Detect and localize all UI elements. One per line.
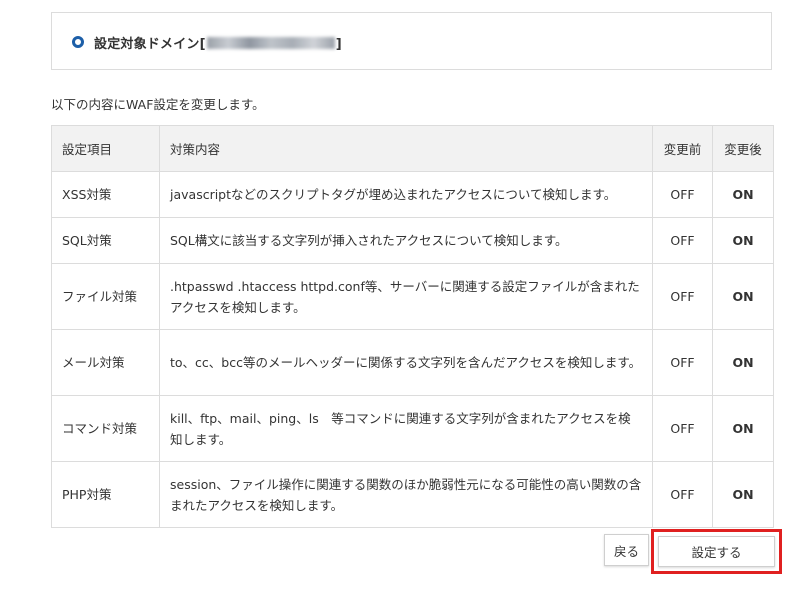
- domain-value-blurred: ■■■■■■■■■■■■■■: [206, 37, 335, 49]
- row-before: OFF: [652, 329, 713, 396]
- target-domain-panel: 設定対象ドメイン[■■■■■■■■■■■■■■]: [51, 12, 772, 70]
- radio-selected-icon: [72, 36, 84, 48]
- row-description: .htpasswd .htaccess httpd.conf等、サーバーに関連す…: [159, 263, 653, 330]
- row-item: メール対策: [51, 329, 160, 396]
- row-before: OFF: [652, 461, 713, 528]
- table-row: コマンド対策 kill、ftp、mail、ping、ls 等コマンドに関連する文…: [51, 395, 774, 462]
- row-description: javascriptなどのスクリプトタグが埋め込まれたアクセスについて検知します…: [159, 171, 653, 218]
- row-before: OFF: [652, 263, 713, 330]
- submit-button[interactable]: 設定する: [658, 536, 775, 567]
- table-row: SQL対策 SQL構文に該当する文字列が挿入されたアクセスについて検知します。 …: [51, 217, 774, 264]
- row-description: kill、ftp、mail、ping、ls 等コマンドに関連する文字列が含まれた…: [159, 395, 653, 462]
- row-description: SQL構文に該当する文字列が挿入されたアクセスについて検知します。: [159, 217, 653, 264]
- row-item: PHP対策: [51, 461, 160, 528]
- table-row: ファイル対策 .htpasswd .htaccess httpd.conf等、サ…: [51, 263, 774, 330]
- table-row: PHP対策 session、ファイル操作に関連する関数のほか脆弱性元になる可能性…: [51, 461, 774, 528]
- waf-settings-table: 設定項目 対策内容 変更前 変更後 XSS対策 javascriptなどのスクリ…: [51, 125, 774, 528]
- row-before: OFF: [652, 217, 713, 264]
- row-item: コマンド対策: [51, 395, 160, 462]
- table-row: メール対策 to、cc、bcc等のメールヘッダーに関係する文字列を含んだアクセス…: [51, 329, 774, 396]
- row-after: ON: [712, 461, 774, 528]
- header-before: 変更前: [652, 125, 713, 172]
- table-header-row: 設定項目 対策内容 変更前 変更後: [51, 125, 774, 172]
- target-domain-label-prefix: 設定対象ドメイン[: [94, 37, 206, 52]
- row-after: ON: [712, 395, 774, 462]
- header-setting-item: 設定項目: [51, 125, 160, 172]
- back-button[interactable]: 戻る: [604, 534, 649, 566]
- row-description: to、cc、bcc等のメールヘッダーに関係する文字列を含んだアクセスを検知します…: [159, 329, 653, 396]
- row-item: ファイル対策: [51, 263, 160, 330]
- target-domain-label: 設定対象ドメイン[■■■■■■■■■■■■■■]: [94, 33, 342, 52]
- header-after: 変更後: [712, 125, 774, 172]
- row-before: OFF: [652, 395, 713, 462]
- submit-button-highlight: 設定する: [651, 529, 782, 574]
- intro-text: 以下の内容にWAF設定を変更します。: [51, 97, 265, 112]
- header-countermeasure: 対策内容: [159, 125, 653, 172]
- row-before: OFF: [652, 171, 713, 218]
- row-after: ON: [712, 329, 774, 396]
- table-row: XSS対策 javascriptなどのスクリプトタグが埋め込まれたアクセスについ…: [51, 171, 774, 218]
- row-after: ON: [712, 171, 774, 218]
- row-after: ON: [712, 217, 774, 264]
- target-domain-label-suffix: ]: [335, 37, 342, 52]
- row-after: ON: [712, 263, 774, 330]
- row-item: XSS対策: [51, 171, 160, 218]
- row-description: session、ファイル操作に関連する関数のほか脆弱性元になる可能性の高い関数の…: [159, 461, 653, 528]
- row-item: SQL対策: [51, 217, 160, 264]
